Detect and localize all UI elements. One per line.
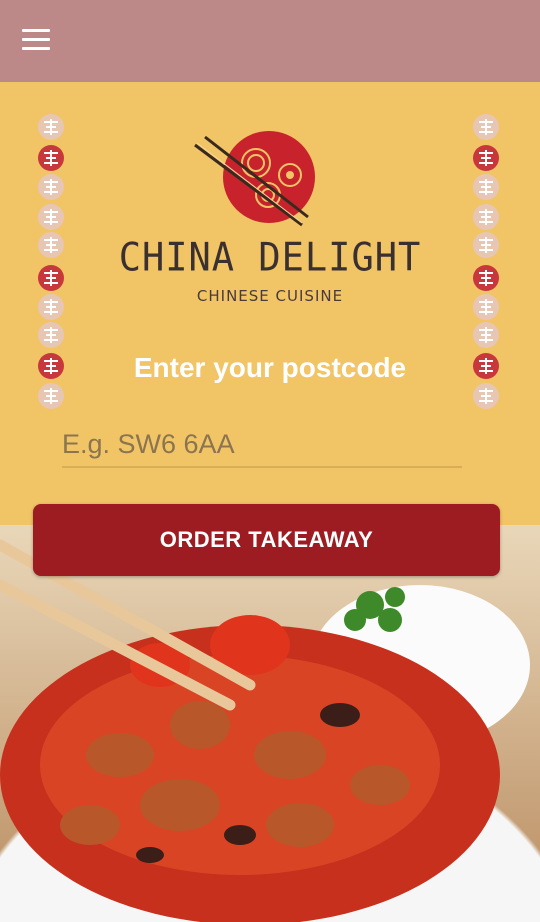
seal-icon <box>472 113 500 141</box>
seal-icon <box>472 144 500 172</box>
seal-icon <box>472 382 500 410</box>
seal-icon <box>37 382 65 410</box>
brand-name: CHINA DELIGHT <box>118 234 422 281</box>
postcode-heading: Enter your postcode <box>133 352 407 383</box>
seal-icon <box>37 144 65 172</box>
brand-tagline: CHINESE CUISINE <box>196 287 344 305</box>
top-app-bar <box>0 0 540 82</box>
seal-icon <box>37 113 65 141</box>
seal-icon <box>472 231 500 259</box>
seal-icon <box>37 173 65 201</box>
seal-icon <box>37 321 65 349</box>
seal-icon <box>472 293 500 321</box>
seal-icon <box>37 264 65 292</box>
seal-icon <box>37 293 65 321</box>
postcode-input[interactable] <box>62 422 462 468</box>
seal-icon <box>37 203 65 231</box>
hamburger-menu-icon[interactable] <box>22 29 50 51</box>
seal-icon <box>472 264 500 292</box>
order-takeaway-button[interactable]: ORDER TAKEAWAY <box>33 504 500 576</box>
seal-icon <box>472 321 500 349</box>
bowl-chopsticks-logo <box>194 131 315 227</box>
seal-icon <box>472 203 500 231</box>
seal-icon <box>472 173 500 201</box>
food-photo <box>0 525 540 922</box>
seal-icon <box>37 231 65 259</box>
